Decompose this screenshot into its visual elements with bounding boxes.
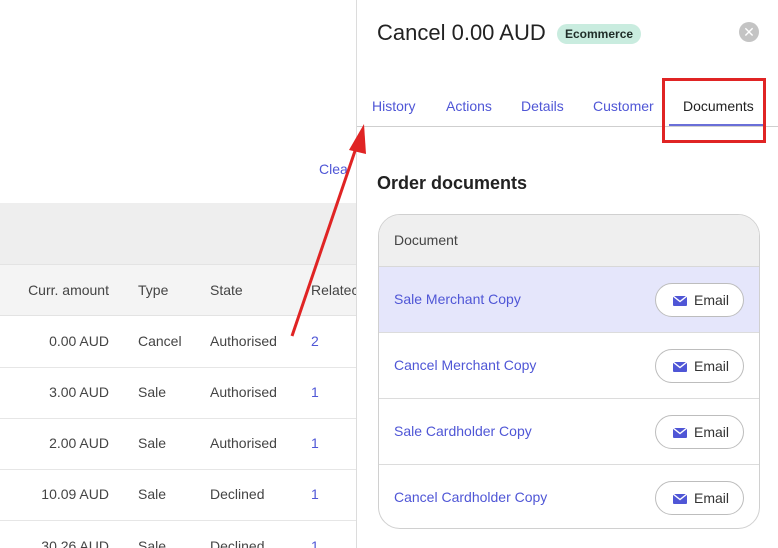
red-arrow-annotation — [290, 124, 366, 337]
